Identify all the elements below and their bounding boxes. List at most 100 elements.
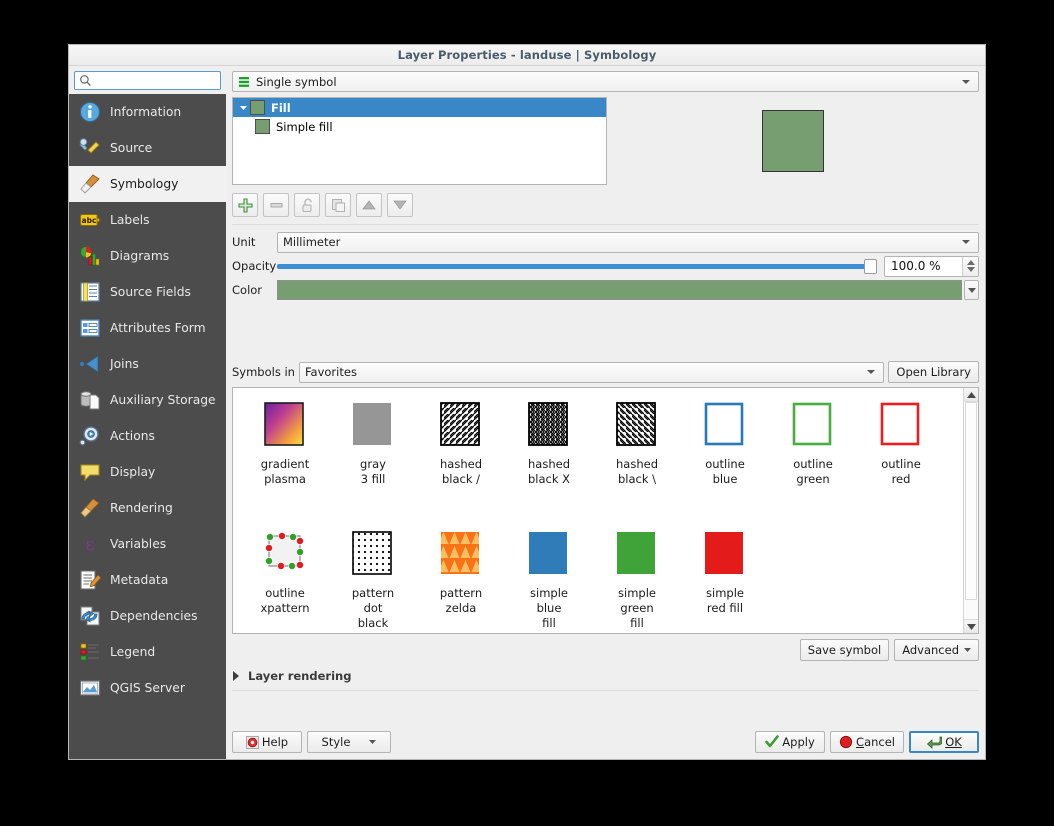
symbol-item[interactable]: patternzelda xyxy=(417,525,505,633)
opacity-slider[interactable] xyxy=(277,255,877,277)
lock-layer-button[interactable] xyxy=(294,193,320,217)
sidebar-item-diagrams[interactable]: Diagrams xyxy=(69,238,226,274)
tree-node-simple-fill[interactable]: Simple fill xyxy=(233,117,606,136)
symbol-thumbnail xyxy=(702,402,748,448)
symbol-thumbnail xyxy=(438,402,484,448)
sidebar-item-actions[interactable]: Actions xyxy=(69,418,226,454)
rendering-icon xyxy=(78,496,102,520)
color-dropdown-button[interactable] xyxy=(964,280,979,300)
symbol-item[interactable]: gradientplasma xyxy=(241,396,329,525)
sidebar-item-source[interactable]: Source xyxy=(69,130,226,166)
cancel-label: Cancel xyxy=(856,735,895,749)
symbol-properties: Unit Millimeter Opacity xyxy=(232,231,979,357)
symbol-caption-line: plasma xyxy=(264,472,306,486)
sidebar-item-dependencies[interactable]: Dependencies xyxy=(69,598,226,634)
scroll-up-button[interactable] xyxy=(964,388,978,402)
save-symbol-button[interactable]: Save symbol xyxy=(800,639,889,661)
sidebar-item-display[interactable]: Display xyxy=(69,454,226,490)
sidebar-item-variables[interactable]: εVariables xyxy=(69,526,226,562)
symbol-thumbnail xyxy=(878,402,924,448)
open-library-button[interactable]: Open Library xyxy=(888,361,979,383)
sidebar-search-wrap xyxy=(69,66,226,94)
add-symbol-layer-button[interactable] xyxy=(232,193,258,217)
symbol-item[interactable]: simplegreenfill xyxy=(593,525,681,633)
symbol-caption-line: black \ xyxy=(618,472,656,486)
search-field[interactable] xyxy=(92,73,220,88)
help-button[interactable]: Help xyxy=(232,731,302,753)
ok-button[interactable]: OK xyxy=(909,731,979,753)
symbol-item[interactable]: outlinexpattern xyxy=(241,525,329,633)
information-icon xyxy=(78,100,102,124)
symbols-grid-scrollbar[interactable] xyxy=(963,388,978,633)
symbol-tree-row: Fill Simple fill xyxy=(232,97,979,185)
move-up-button[interactable] xyxy=(356,193,382,217)
symbol-caption: patternzelda xyxy=(418,586,504,616)
chevron-down-icon[interactable] xyxy=(236,103,250,112)
advanced-button[interactable]: Advanced xyxy=(894,639,979,661)
cancel-button[interactable]: Cancel xyxy=(830,731,904,753)
sidebar: InformationSource Symbology abcLabelsDiagr… xyxy=(69,66,226,759)
symbol-caption: gray3 fill xyxy=(330,457,416,487)
symbol-thumbnail xyxy=(526,402,572,448)
sidebar-item-labels[interactable]: abcLabels xyxy=(69,202,226,238)
symbol-caption: hashedblack \ xyxy=(594,457,680,487)
move-down-button[interactable] xyxy=(387,193,413,217)
symbols-grid[interactable]: gradientplasmagray3 fill hashedblack / h… xyxy=(241,396,963,633)
symbol-item[interactable]: patterndotblack xyxy=(329,525,417,633)
tree-node-fill[interactable]: Fill xyxy=(233,98,606,117)
sidebar-item-legend[interactable]: Legend xyxy=(69,634,226,670)
sidebar-item-rendering[interactable]: Rendering xyxy=(69,490,226,526)
unit-combo[interactable]: Millimeter xyxy=(277,232,979,253)
symbol-caption-line: green xyxy=(796,472,829,486)
sidebar-item-qgis-server[interactable]: QGIS Server xyxy=(69,670,226,706)
apply-button[interactable]: Apply xyxy=(755,731,825,753)
sidebar-item-label: Display xyxy=(110,465,155,479)
opacity-slider-handle[interactable] xyxy=(864,259,877,274)
scrollbar-thumb[interactable] xyxy=(965,402,977,600)
symbol-actions-row: Save symbol Advanced xyxy=(232,639,979,661)
symbol-item[interactable]: outlineblue xyxy=(681,396,769,525)
layer-rendering-section[interactable]: Layer rendering xyxy=(232,667,979,685)
duplicate-layer-button[interactable] xyxy=(325,193,351,217)
search-input[interactable] xyxy=(74,71,221,90)
style-button[interactable]: Style xyxy=(307,731,391,753)
color-button[interactable] xyxy=(277,280,962,300)
symbols-in-label: Symbols in xyxy=(232,365,295,379)
auxiliary-storage-icon xyxy=(78,388,102,412)
sidebar-item-auxiliary-storage[interactable]: Auxiliary Storage xyxy=(69,382,226,418)
actions-icon xyxy=(78,424,102,448)
symbol-caption: patterndotblack xyxy=(330,586,416,631)
labels-icon: abc xyxy=(78,208,102,232)
symbol-thumbnail xyxy=(438,531,484,577)
sidebar-item-label: Metadata xyxy=(110,573,168,587)
opacity-stepper[interactable]: 100.0 % xyxy=(884,256,979,277)
symbol-item[interactable]: hashedblack / xyxy=(417,396,505,525)
sidebar-item-label: Symbology xyxy=(110,177,178,191)
sidebar-item-information[interactable]: Information xyxy=(69,94,226,130)
sidebar-item-source-fields[interactable]: Source Fields xyxy=(69,274,226,310)
legend-icon xyxy=(78,640,102,664)
scrollbar-track[interactable] xyxy=(964,402,978,619)
chevron-right-icon[interactable] xyxy=(232,671,240,681)
symbol-item[interactable]: outlinered xyxy=(857,396,945,525)
sidebar-item-joins[interactable]: Joins xyxy=(69,346,226,382)
scroll-down-button[interactable] xyxy=(964,619,978,633)
sidebar-item-label: QGIS Server xyxy=(110,681,185,695)
symbol-caption-line: hashed xyxy=(528,457,570,471)
help-icon xyxy=(246,736,259,749)
symbol-item[interactable]: simplebluefill xyxy=(505,525,593,633)
symbol-item[interactable]: gray3 fill xyxy=(329,396,417,525)
sidebar-item-attributes-form[interactable]: Attributes Form xyxy=(69,310,226,346)
renderer-type-combo[interactable]: Single symbol xyxy=(232,71,979,92)
symbol-item[interactable]: hashedblack X xyxy=(505,396,593,525)
symbol-item[interactable]: outlinegreen xyxy=(769,396,857,525)
symbol-item[interactable]: hashedblack \ xyxy=(593,396,681,525)
symbol-group-combo[interactable]: Favorites xyxy=(299,362,884,383)
remove-symbol-layer-button[interactable] xyxy=(263,193,289,217)
symbol-item[interactable]: simplered fill xyxy=(681,525,769,633)
opacity-spinner-buttons[interactable] xyxy=(962,257,978,276)
symbol-group-value: Favorites xyxy=(305,365,357,379)
sidebar-item-symbology[interactable]: Symbology xyxy=(69,166,226,202)
symbol-layer-tree[interactable]: Fill Simple fill xyxy=(232,97,607,185)
sidebar-item-metadata[interactable]: Metadata xyxy=(69,562,226,598)
